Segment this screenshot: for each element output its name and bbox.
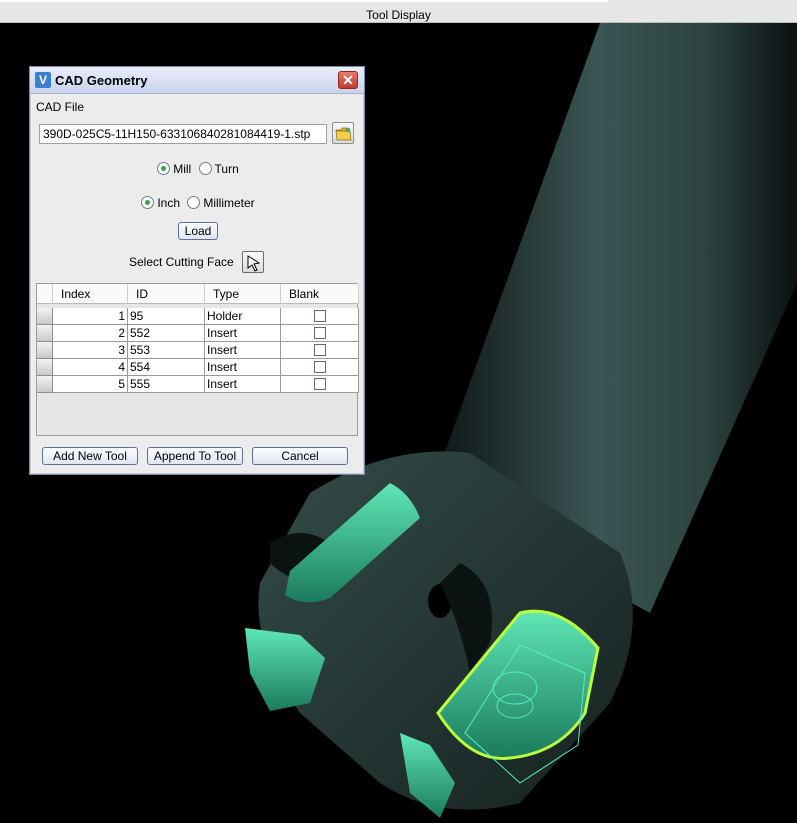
cell-type: Holder xyxy=(205,308,281,325)
cell-index: 5 xyxy=(53,376,128,393)
cell-id: 552 xyxy=(128,325,205,342)
dialog-title-bar[interactable]: V CAD Geometry ✕ xyxy=(30,67,364,94)
row-header[interactable] xyxy=(37,325,53,342)
title-bar-strip xyxy=(0,0,608,2)
cell-id: 553 xyxy=(128,342,205,359)
app-icon: V xyxy=(35,72,51,88)
cell-id: 95 xyxy=(128,308,205,325)
inch-radio[interactable]: Inch xyxy=(141,195,180,210)
cell-blank xyxy=(281,342,359,359)
cancel-button[interactable]: Cancel xyxy=(252,447,348,465)
cell-blank xyxy=(281,325,359,342)
cell-blank xyxy=(281,359,359,376)
add-new-tool-button[interactable]: Add New Tool xyxy=(42,447,138,465)
col-type[interactable]: Type xyxy=(205,284,281,304)
mill-radio[interactable]: Mill xyxy=(157,161,192,176)
cell-blank xyxy=(281,308,359,325)
mill-label: Mill xyxy=(173,161,192,176)
blank-checkbox[interactable] xyxy=(314,310,326,322)
cell-type: Insert xyxy=(205,376,281,393)
window-title-bar: Tool Display xyxy=(0,0,797,23)
geometry-table: Index ID Type Blank 1 95 Holder 2 552 In… xyxy=(36,283,359,436)
millimeter-radio[interactable]: Millimeter xyxy=(187,195,255,210)
cad-geometry-dialog: V CAD Geometry ✕ CAD File 390D-025C5-11H… xyxy=(29,66,365,475)
cell-index: 3 xyxy=(53,342,128,359)
table-header: Index ID Type Blank xyxy=(37,284,359,304)
cell-type: Insert xyxy=(205,342,281,359)
cell-index: 1 xyxy=(53,308,128,325)
cell-blank xyxy=(281,376,359,393)
blank-checkbox[interactable] xyxy=(314,378,326,390)
pointer-icon xyxy=(247,255,261,272)
cell-id: 555 xyxy=(128,376,205,393)
table-row[interactable]: 3 553 Insert xyxy=(37,342,359,359)
turn-radio[interactable]: Turn xyxy=(198,161,239,176)
cell-type: Insert xyxy=(205,359,281,376)
table-row[interactable]: 1 95 Holder xyxy=(37,308,359,325)
row-header[interactable] xyxy=(37,376,53,393)
row-header[interactable] xyxy=(37,359,53,376)
load-button[interactable]: Load xyxy=(178,222,218,240)
blank-checkbox[interactable] xyxy=(314,327,326,339)
row-header[interactable] xyxy=(37,342,53,359)
folder-open-icon xyxy=(335,127,352,141)
mode-radio-group: Mill Turn xyxy=(30,161,366,176)
millimeter-label: Millimeter xyxy=(203,195,255,210)
cell-index: 2 xyxy=(53,325,128,342)
table-row[interactable]: 2 552 Insert xyxy=(37,325,359,342)
select-face-button[interactable] xyxy=(242,251,264,273)
col-blank[interactable]: Blank xyxy=(281,284,359,304)
header-corner xyxy=(37,284,53,304)
cad-file-input[interactable]: 390D-025C5-11H150-633106840281084419-1.s… xyxy=(39,124,327,144)
browse-folder-button[interactable] xyxy=(332,122,354,144)
row-header[interactable] xyxy=(37,308,53,325)
append-to-tool-button[interactable]: Append To Tool xyxy=(147,447,243,465)
cad-file-label: CAD File xyxy=(36,100,85,114)
table-row[interactable]: 5 555 Insert xyxy=(37,376,359,393)
window-title: Tool Display xyxy=(366,8,431,22)
table-row[interactable]: 4 554 Insert xyxy=(37,359,359,376)
units-radio-group: Inch Millimeter xyxy=(30,195,366,210)
dialog-title: CAD Geometry xyxy=(55,73,148,88)
select-cutting-face-label: Select Cutting Face xyxy=(129,255,234,269)
col-id[interactable]: ID xyxy=(128,284,205,304)
cell-id: 554 xyxy=(128,359,205,376)
col-index[interactable]: Index xyxy=(53,284,128,304)
blank-checkbox[interactable] xyxy=(314,344,326,356)
close-button[interactable]: ✕ xyxy=(338,71,358,89)
blank-checkbox[interactable] xyxy=(314,361,326,373)
cell-index: 4 xyxy=(53,359,128,376)
cell-type: Insert xyxy=(205,325,281,342)
inch-label: Inch xyxy=(157,195,180,210)
turn-label: Turn xyxy=(214,161,239,176)
